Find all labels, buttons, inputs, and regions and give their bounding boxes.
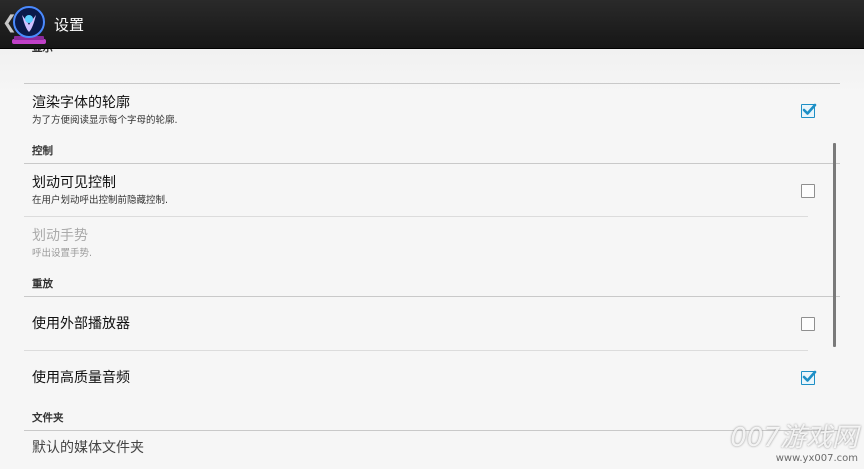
hq-audio-checkbox[interactable] [801,370,817,385]
settings-list[interactable]: 显示 渲染字体的轮廓 为了方便阅读显示每个字母的轮廓. 控制 划动可见控制 在用… [0,49,864,469]
pref-title: 渲染字体的轮廓 [32,95,130,111]
category-header-display: 显示 [24,49,840,84]
pref-title: 划动手势 [32,228,88,244]
category-label: 文件夹 [32,412,64,424]
pref-hq-audio[interactable]: 使用高质量音频 [24,351,840,401]
pref-swipe-controls[interactable]: 划动可见控制 在用户划动呼出控制前隐藏控制. [24,164,840,216]
pref-summary: 在用户划动呼出控制前隐藏控制. [32,195,169,206]
pref-swipe-gestures: 划动手势 呼出设置手势. [24,217,840,267]
external-player-checkbox[interactable] [801,317,815,331]
pref-media-folder[interactable]: 默认的媒体文件夹 [24,431,840,469]
pref-external-player[interactable]: 使用外部播放器 [24,297,840,349]
category-label: 控制 [32,145,53,157]
watermark-url: www.yx007.com [775,453,858,464]
render-outline-checkbox[interactable] [801,103,817,118]
category-label: 显示 [32,49,53,55]
scrollbar-thumb[interactable] [833,143,836,347]
category-header-folders: 文件夹 [24,401,840,431]
pref-title: 使用外部播放器 [32,316,130,332]
pref-summary: 为了方便阅读显示每个字母的轮廓. [32,115,178,126]
pref-title: 划动可见控制 [32,175,116,191]
swipe-controls-checkbox[interactable] [801,184,815,198]
category-header-controls: 控制 [24,134,840,164]
page-title: 设置 [54,16,85,34]
pref-summary: 呼出设置手势. [32,248,93,259]
category-header-playback: 重放 [24,267,840,297]
pref-title: 使用高质量音频 [32,370,130,386]
watermark-logo-text: 007游戏网 [730,423,858,453]
category-label: 重放 [32,278,53,290]
app-logo-icon[interactable] [10,5,48,45]
pref-render-outline[interactable]: 渲染字体的轮廓 为了方便阅读显示每个字母的轮廓. [24,84,840,134]
watermark: 007游戏网 www.yx007.com [730,423,858,465]
checkmark-icon [802,370,817,382]
pref-title: 默认的媒体文件夹 [32,440,144,456]
action-bar: ❮ 设置 [0,0,864,49]
checkmark-icon [802,103,817,115]
